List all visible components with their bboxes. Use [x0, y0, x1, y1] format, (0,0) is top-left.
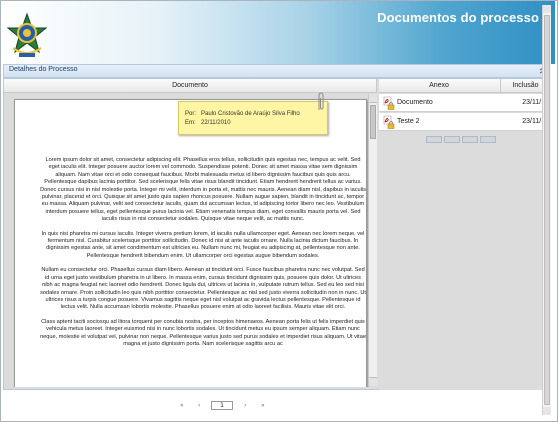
scroll-thumb[interactable]: [370, 105, 376, 139]
att-prev-button[interactable]: [444, 136, 460, 143]
page-scroll-down[interactable]: [543, 407, 551, 415]
sticky-note[interactable]: Por: Paulo Cristovão de Araújo Silva Filh…: [178, 101, 328, 135]
paragraph: Lorem ipsum dolor sit amet, consectetur …: [40, 157, 366, 223]
section-title: Detalhes do Processo: [9, 66, 78, 73]
page-scroll-thumb[interactable]: [544, 15, 550, 405]
note-date: 22/11/2010: [201, 120, 231, 126]
attachment-name: Documento: [397, 99, 433, 106]
att-last-button[interactable]: [480, 136, 496, 143]
att-first-button[interactable]: [426, 136, 442, 143]
att-next-button[interactable]: [462, 136, 478, 143]
page-scrollbar[interactable]: [542, 5, 551, 415]
first-page-button[interactable]: «: [180, 402, 184, 409]
attachment-row[interactable]: Teste 2 23/11/10: [379, 113, 550, 131]
note-author: Paulo Cristovão de Araújo Silva Filho: [201, 111, 300, 117]
note-author-label: Por:: [185, 111, 197, 117]
coat-of-arms-icon: [7, 12, 47, 57]
note-date-row: Em: 22/11/2010: [185, 120, 231, 126]
next-page-button[interactable]: ›: [244, 402, 246, 409]
pdf-lock-icon: [383, 96, 395, 110]
document-scrollbar[interactable]: [368, 94, 377, 386]
col-anexo[interactable]: Anexo: [379, 79, 499, 93]
document-pager: « ‹ 1 › »: [178, 401, 278, 413]
last-page-button[interactable]: »: [261, 402, 265, 409]
prev-page-button[interactable]: ‹: [198, 402, 200, 409]
page-title: Documentos do processo: [377, 10, 539, 25]
paragraph: In quis nisi pharetra mi cursus iaculis.…: [41, 230, 365, 259]
scroll-up-arrow[interactable]: [369, 94, 377, 103]
header-banner: Documentos do processo: [1, 1, 555, 64]
paperclip-icon: [318, 92, 324, 110]
note-date-label: Em:: [185, 120, 196, 126]
paragraph: Class aptent taciti sociosqu ad litora t…: [40, 318, 366, 347]
attachments-header: Anexo Inclusão: [379, 79, 550, 93]
pdf-lock-icon: [383, 115, 395, 129]
page-scroll-up[interactable]: [543, 5, 551, 13]
document-column-header: Documento: [4, 79, 377, 93]
section-header[interactable]: Detalhes do Processo: [3, 64, 551, 78]
attachment-name: Teste 2: [397, 118, 420, 125]
document-body: Lorem ipsum dolor sit amet, consectetur …: [40, 157, 366, 355]
note-author-row: Por: Paulo Cristovão de Araújo Silva Filh…: [185, 111, 300, 117]
page-number-input[interactable]: 1: [211, 401, 233, 410]
paragraph: Nullam eu consectetur orci. Phasellus cu…: [40, 267, 366, 311]
attachments-pager: [426, 136, 506, 143]
attachment-row[interactable]: Documento 23/11/10: [379, 94, 550, 112]
scroll-down-arrow[interactable]: [369, 377, 377, 386]
